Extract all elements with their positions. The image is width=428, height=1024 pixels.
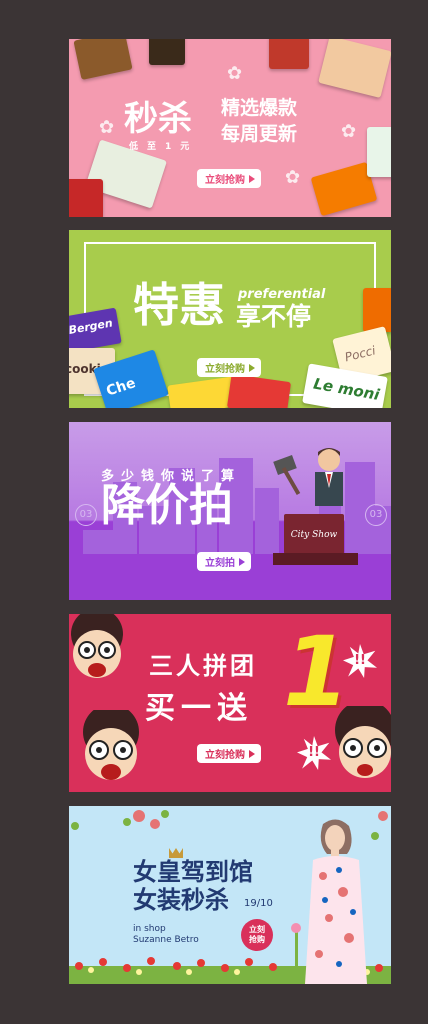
snack-package [69,179,103,217]
podium-base [273,553,358,565]
flower-icon: ✿ [341,121,357,142]
shop-name: Suzanne Betro [133,935,199,945]
bid-now-button[interactable]: 立刻拍 [197,552,251,571]
banner-title: 三人拼团 [149,652,257,680]
group-buy-banner[interactable]: 三人拼团 买一送 1 !! !! 立刻抢购 [69,614,391,792]
banner-subtitle: 买一送 [145,691,253,726]
buy-now-badge[interactable]: 立刻抢购 [241,919,273,951]
womens-fashion-banner[interactable]: 女皇驾到馆 女装秒杀 19/10 in shop Suzanne Betro 立… [69,806,391,984]
date-label: 19/10 [244,898,273,909]
side-label: 03 [75,504,97,526]
banner-subtitle: 每周更新 [221,123,298,145]
flower-icon: ✿ [285,167,301,188]
snack-package [318,39,391,99]
exclamation-burst-icon: !! [297,736,331,770]
snack-package [149,39,185,65]
flower-icon: ✿ [99,117,115,138]
shop-line: in shop [133,924,166,934]
cartoon-face-icon [83,710,139,780]
snack-package [269,39,309,69]
banner-title: 降价拍 [101,480,233,531]
package-label: Che [104,375,138,400]
side-label: 03 [365,504,387,526]
package-label: Pocci [343,343,377,365]
podium-label: City Show [290,530,338,540]
flower-icon: ✿ [227,63,243,84]
big-number: 1 [283,616,350,728]
auctioneer-illustration [273,448,343,506]
banner-title: 女皇驾到馆 [133,858,253,886]
banner-subtitle: 精选爆款 [221,97,298,119]
buy-now-button[interactable]: 立刻抢购 [197,744,261,763]
flash-sale-banner[interactable]: ✿ ✿ ✿ ✿ 秒杀 精选爆款 每周更新 低至1元 立刻抢购 [69,39,391,217]
package-label: Le moni [312,374,381,404]
preferential-banner[interactable]: Bergen cookie Che Pocci Le moni 特惠 prefe… [69,230,391,408]
cartoon-face-icon [71,614,123,678]
auction-banner[interactable]: 03 03 多少钱你说了算 降价拍 立刻拍 City Show [69,422,391,600]
shop-caption: in shop Suzanne Betro [133,924,199,946]
buy-now-button[interactable]: 立刻抢购 [197,358,261,377]
banner-english-title: preferential [238,287,326,302]
buy-now-button[interactable]: 立刻抢购 [197,169,261,188]
banner-title: 特惠 [133,278,225,332]
package-label: Bergen [69,316,114,337]
banner-title: 秒杀 [124,99,192,139]
model-illustration [291,819,367,984]
banner-subtitle: 女装秒杀 [133,886,229,914]
snack-package [367,127,391,177]
price-caption: 低至1元 [129,142,199,152]
snack-package [73,39,133,80]
banner-subtitle: 享不停 [236,302,312,331]
snack-package [363,288,391,332]
